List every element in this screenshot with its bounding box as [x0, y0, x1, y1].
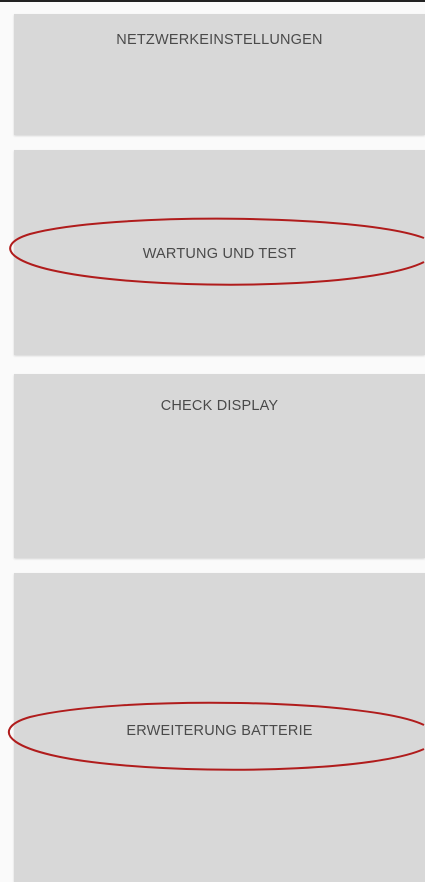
erweiterung-batterie-button[interactable]: ERWEITERUNG BATTERIE — [14, 573, 425, 882]
check-display-button[interactable]: CHECK DISPLAY — [14, 374, 425, 558]
wartung-und-test-button[interactable]: WARTUNG UND TEST — [14, 150, 425, 355]
netzwerkeinstellungen-label: NETZWERKEINSTELLUNGEN — [116, 32, 323, 48]
check-display-label: CHECK DISPLAY — [160, 398, 279, 414]
top-divider — [0, 0, 425, 2]
erweiterung-batterie-label: ERWEITERUNG BATTERIE — [126, 723, 313, 739]
netzwerkeinstellungen-button[interactable]: NETZWERKEINSTELLUNGEN — [14, 14, 425, 135]
wartung-und-test-label: WARTUNG UND TEST — [142, 246, 297, 262]
